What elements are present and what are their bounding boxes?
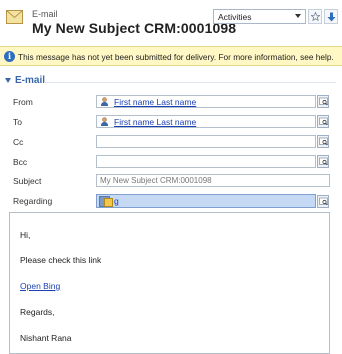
view-selector-value: Activities bbox=[218, 12, 252, 22]
page-title: My New Subject CRM:0001098 bbox=[32, 20, 237, 36]
body-line: Please check this link bbox=[20, 255, 102, 265]
chevron-down-icon bbox=[295, 14, 301, 18]
form-header: E-mail My New Subject CRM:0001098 Activi… bbox=[0, 0, 342, 44]
body-closing: Regards, bbox=[20, 307, 55, 317]
lookup-icon bbox=[319, 197, 328, 206]
lookup-icon bbox=[319, 97, 328, 106]
email-envelope-icon bbox=[6, 10, 23, 24]
subject-value: My New Subject CRM:0001098 bbox=[100, 176, 212, 185]
regarding-lookup-button[interactable] bbox=[317, 195, 329, 208]
favorite-button[interactable] bbox=[308, 9, 322, 24]
section-title: E-mail bbox=[15, 75, 46, 86]
subject-input[interactable]: My New Subject CRM:0001098 bbox=[96, 174, 330, 187]
to-label: To bbox=[13, 117, 22, 127]
regarding-label: Regarding bbox=[13, 196, 53, 206]
star-icon bbox=[311, 12, 320, 21]
navigate-down-button[interactable] bbox=[324, 9, 338, 24]
arrow-down-icon bbox=[327, 12, 336, 22]
view-selector-dropdown[interactable]: Activities bbox=[213, 9, 306, 24]
cc-label: Cc bbox=[13, 137, 24, 147]
to-field[interactable]: First name Last name bbox=[96, 115, 316, 128]
to-value-link[interactable]: First name Last name bbox=[114, 117, 196, 127]
from-field[interactable]: First name Last name bbox=[96, 95, 316, 108]
user-icon bbox=[101, 97, 108, 106]
from-lookup-button[interactable] bbox=[317, 95, 329, 108]
email-body-editor[interactable]: Hi, Please check this link Open Bing Reg… bbox=[9, 212, 330, 354]
expand-triangle-icon bbox=[5, 77, 11, 83]
cc-lookup-button[interactable] bbox=[317, 135, 329, 148]
bcc-lookup-button[interactable] bbox=[317, 155, 329, 168]
lookup-icon bbox=[319, 137, 328, 146]
notification-bar: i This message has not yet been submitte… bbox=[0, 46, 342, 66]
from-label: From bbox=[13, 97, 33, 107]
entity-label: E-mail bbox=[32, 9, 58, 19]
section-divider bbox=[44, 82, 336, 83]
cc-field[interactable] bbox=[96, 135, 316, 148]
section-header[interactable]: E-mail bbox=[5, 75, 45, 86]
body-signature: Nishant Rana bbox=[20, 333, 72, 343]
user-icon bbox=[101, 117, 108, 126]
from-value-link[interactable]: First name Last name bbox=[114, 97, 196, 107]
regarding-field[interactable]: g bbox=[96, 194, 316, 208]
record-overlay-icon bbox=[104, 198, 113, 207]
regarding-value-link[interactable]: g bbox=[114, 196, 119, 206]
bcc-label: Bcc bbox=[13, 157, 28, 167]
info-icon: i bbox=[4, 51, 15, 62]
body-link[interactable]: Open Bing bbox=[20, 281, 60, 291]
notification-text: This message has not yet been submitted … bbox=[18, 52, 334, 62]
lookup-icon bbox=[319, 157, 328, 166]
lookup-icon bbox=[319, 117, 328, 126]
subject-label: Subject bbox=[13, 176, 42, 186]
to-lookup-button[interactable] bbox=[317, 115, 329, 128]
bcc-field[interactable] bbox=[96, 155, 316, 168]
body-greeting: Hi, bbox=[20, 230, 31, 240]
